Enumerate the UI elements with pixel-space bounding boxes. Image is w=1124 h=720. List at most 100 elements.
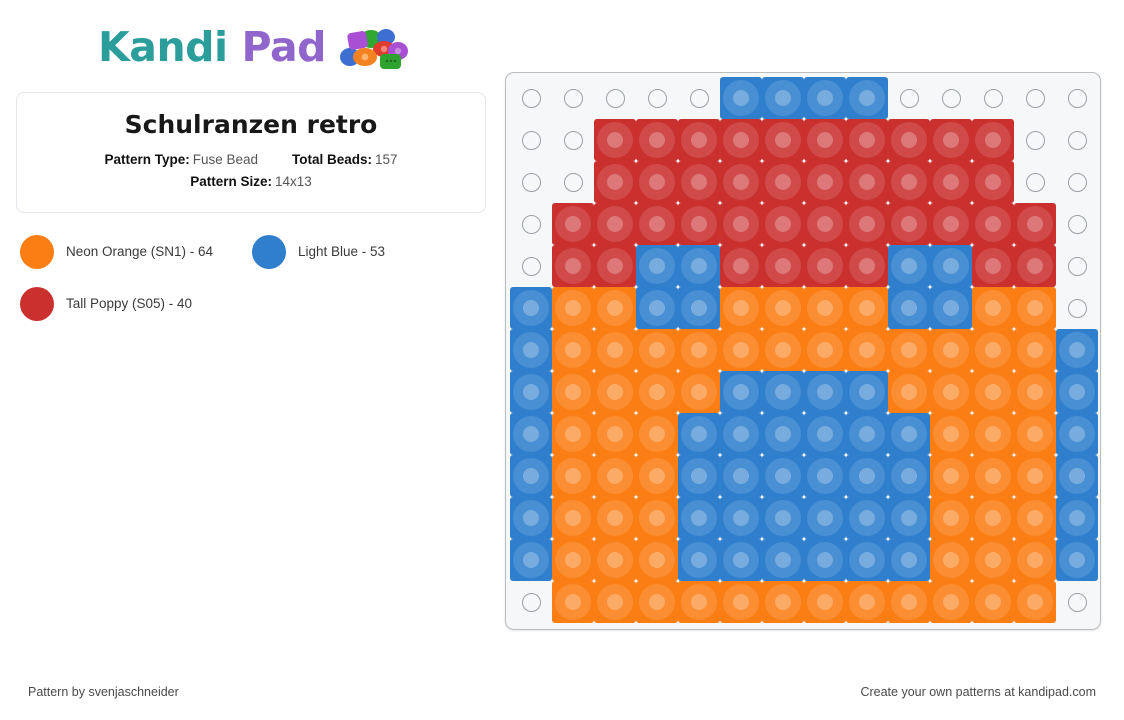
bead-cell[interactable] bbox=[594, 413, 636, 455]
bead-orange[interactable] bbox=[972, 287, 1014, 329]
bead-cell[interactable] bbox=[804, 245, 846, 287]
bead-cell[interactable] bbox=[930, 119, 972, 161]
bead-cell[interactable] bbox=[846, 539, 888, 581]
bead-blue[interactable] bbox=[804, 413, 846, 455]
brand-logo[interactable]: Kandi Pad bbox=[16, 14, 486, 80]
bead-cell[interactable] bbox=[888, 119, 930, 161]
peg-hole-empty[interactable] bbox=[552, 77, 594, 119]
bead-cell[interactable] bbox=[972, 581, 1014, 623]
bead-orange[interactable] bbox=[972, 581, 1014, 623]
bead-red[interactable] bbox=[804, 203, 846, 245]
bead-grid[interactable] bbox=[510, 77, 1098, 623]
bead-cell[interactable] bbox=[930, 287, 972, 329]
bead-blue[interactable] bbox=[636, 287, 678, 329]
bead-red[interactable] bbox=[1014, 203, 1056, 245]
bead-orange[interactable] bbox=[1014, 287, 1056, 329]
bead-cell[interactable] bbox=[930, 539, 972, 581]
bead-cell[interactable] bbox=[594, 539, 636, 581]
bead-cell[interactable] bbox=[636, 413, 678, 455]
bead-cell[interactable] bbox=[594, 119, 636, 161]
bead-cell[interactable] bbox=[972, 245, 1014, 287]
bead-orange[interactable] bbox=[1014, 413, 1056, 455]
bead-red[interactable] bbox=[972, 161, 1014, 203]
bead-cell[interactable] bbox=[1056, 371, 1098, 413]
bead-cell[interactable] bbox=[804, 581, 846, 623]
bead-blue[interactable] bbox=[762, 77, 804, 119]
peg-hole-empty[interactable] bbox=[1056, 203, 1098, 245]
bead-cell[interactable] bbox=[678, 329, 720, 371]
bead-orange[interactable] bbox=[636, 371, 678, 413]
peg-hole-empty[interactable] bbox=[1014, 161, 1056, 203]
bead-orange[interactable] bbox=[846, 287, 888, 329]
bead-blue[interactable] bbox=[1056, 497, 1098, 539]
bead-cell[interactable] bbox=[972, 455, 1014, 497]
bead-cell[interactable] bbox=[636, 245, 678, 287]
bead-cell[interactable] bbox=[804, 455, 846, 497]
bead-blue[interactable] bbox=[888, 497, 930, 539]
bead-cell[interactable] bbox=[636, 119, 678, 161]
bead-cell[interactable] bbox=[762, 413, 804, 455]
bead-orange[interactable] bbox=[930, 413, 972, 455]
bead-cell[interactable] bbox=[804, 77, 846, 119]
bead-cell[interactable] bbox=[804, 539, 846, 581]
bead-cell[interactable] bbox=[720, 581, 762, 623]
bead-cell[interactable] bbox=[804, 371, 846, 413]
bead-orange[interactable] bbox=[594, 413, 636, 455]
bead-orange[interactable] bbox=[678, 329, 720, 371]
bead-cell[interactable] bbox=[594, 497, 636, 539]
bead-cell[interactable] bbox=[888, 455, 930, 497]
bead-orange[interactable] bbox=[552, 539, 594, 581]
bead-blue[interactable] bbox=[1056, 329, 1098, 371]
bead-cell[interactable] bbox=[888, 203, 930, 245]
bead-orange[interactable] bbox=[804, 581, 846, 623]
bead-red[interactable] bbox=[636, 161, 678, 203]
bead-cell[interactable] bbox=[720, 287, 762, 329]
bead-red[interactable] bbox=[846, 245, 888, 287]
bead-cell[interactable] bbox=[510, 455, 552, 497]
bead-cell[interactable] bbox=[930, 161, 972, 203]
bead-cell[interactable] bbox=[720, 245, 762, 287]
bead-red[interactable] bbox=[552, 203, 594, 245]
bead-red[interactable] bbox=[888, 119, 930, 161]
bead-blue[interactable] bbox=[846, 497, 888, 539]
pegboard[interactable] bbox=[505, 72, 1101, 630]
bead-cell[interactable] bbox=[888, 539, 930, 581]
bead-cell[interactable] bbox=[720, 497, 762, 539]
bead-cell[interactable] bbox=[720, 329, 762, 371]
bead-cell[interactable] bbox=[594, 245, 636, 287]
bead-orange[interactable] bbox=[594, 287, 636, 329]
bead-cell[interactable] bbox=[552, 245, 594, 287]
bead-orange[interactable] bbox=[930, 371, 972, 413]
bead-cell[interactable] bbox=[636, 497, 678, 539]
bead-cell[interactable] bbox=[678, 161, 720, 203]
bead-cell[interactable] bbox=[552, 497, 594, 539]
bead-cell[interactable] bbox=[972, 119, 1014, 161]
bead-orange[interactable] bbox=[888, 371, 930, 413]
bead-cell[interactable] bbox=[846, 455, 888, 497]
peg-hole-empty[interactable] bbox=[1014, 119, 1056, 161]
bead-red[interactable] bbox=[930, 203, 972, 245]
bead-blue[interactable] bbox=[678, 413, 720, 455]
bead-red[interactable] bbox=[552, 245, 594, 287]
bead-blue[interactable] bbox=[678, 287, 720, 329]
bead-orange[interactable] bbox=[846, 581, 888, 623]
bead-cell[interactable] bbox=[1056, 539, 1098, 581]
bead-cell[interactable] bbox=[846, 287, 888, 329]
bead-cell[interactable] bbox=[552, 581, 594, 623]
bead-blue[interactable] bbox=[846, 371, 888, 413]
peg-hole-empty[interactable] bbox=[510, 203, 552, 245]
bead-orange[interactable] bbox=[594, 539, 636, 581]
bead-cell[interactable] bbox=[846, 245, 888, 287]
bead-cell[interactable] bbox=[594, 581, 636, 623]
bead-orange[interactable] bbox=[636, 455, 678, 497]
bead-cell[interactable] bbox=[510, 287, 552, 329]
bead-red[interactable] bbox=[720, 245, 762, 287]
bead-blue[interactable] bbox=[846, 455, 888, 497]
bead-cell[interactable] bbox=[636, 161, 678, 203]
bead-red[interactable] bbox=[636, 119, 678, 161]
bead-orange[interactable] bbox=[594, 497, 636, 539]
bead-cell[interactable] bbox=[720, 203, 762, 245]
bead-blue[interactable] bbox=[930, 245, 972, 287]
bead-blue[interactable] bbox=[510, 371, 552, 413]
bead-cell[interactable] bbox=[762, 119, 804, 161]
